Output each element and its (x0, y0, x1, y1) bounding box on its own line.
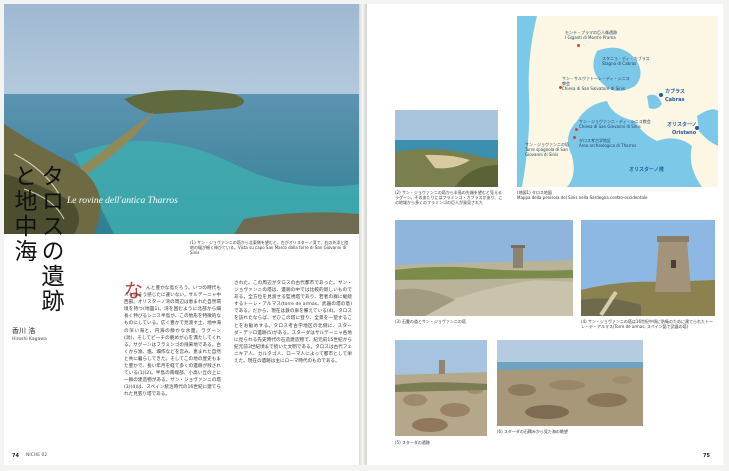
map-marker-giganti (577, 44, 580, 47)
body-column-1: んと豊かな島だろう。いつの時代も人々はそう感じたに違いない。サルデーニャ中西部。… (124, 286, 221, 398)
photo-lagoon-view (395, 110, 498, 187)
photo-tower-caption: (4) サン・ジョヴァンニの塔は16世紀中頃に防衛のために建てられたトーレ・デ・… (581, 319, 714, 329)
map-label-cabras-lagoon: スタニョ・ディ・カブラス Stagno di Cabras (602, 56, 650, 66)
photo-lagoon-caption: (2) サン・ジョヴァンニの塔から半島の先端を望むと見えるラグーン。そのあたりに… (395, 190, 503, 205)
photo-ruins-caption: (5) スターダの遺跡 (395, 440, 430, 445)
book-spine (359, 4, 367, 465)
body-column-2: された。この周辺がタロスの古代都市であった。サン・ジョヴァンニの塔は、遺跡の中で… (234, 281, 352, 365)
map-label-salvatore: サン・サルヴァトーレ・ディ・シニス教会 Chiesa di San Salvat… (562, 76, 630, 91)
page-title: タロスの遺跡と地中海 (10, 164, 63, 314)
map-marker-sgiovanni-church (575, 128, 578, 131)
map-label-tharros: タロス考古学地区 Area archeologica di Tharros (579, 138, 637, 148)
photo-tower (581, 220, 715, 316)
subtitle-italian: Le rovine dell'antica Tharros (67, 196, 178, 206)
photo-ruins (395, 340, 487, 436)
photo-paved-road-caption: (3) 石畳の道とサン・ジョヴァンニの塔 (395, 319, 466, 324)
map-label-giganti: モンテ・プラマの巨人像遺跡 I Giganti di Mont'e Prama (565, 30, 617, 40)
left-page-number: 74 (12, 453, 19, 459)
map-label-sgiovanni-church: サン・ジョヴァンニ・ディ・シニス教会 Chiesa di San Giovann… (579, 119, 651, 129)
left-page: Le rovine dell'antica Tharros (1) サン・ジョヴ… (4, 4, 359, 465)
map-caption: (地図1) タロス地図 Mappa della penisola del Sin… (517, 190, 648, 200)
map-label-torre: サン・ジョヴァンニの塔 Torre spagnola di San Giovan… (525, 142, 569, 157)
map-city-oristano-jp: オリスターノ (667, 122, 697, 128)
map-gulf-label: オリスターノ湾 (629, 167, 664, 173)
photo-stone-landscape-caption: (6) スターダの石積みから見た海の眺望 (497, 429, 568, 434)
photo-paved-road (395, 220, 573, 316)
magazine-name: NICHE 02 (26, 453, 48, 458)
photo-stone-landscape (497, 340, 643, 426)
map-city-cabras-it: Cabras (665, 97, 685, 103)
author-name-en: Hiroshi Kagawa (12, 337, 47, 342)
map-marker-tharros (573, 136, 576, 139)
right-page-number: 75 (703, 453, 710, 459)
map-city-cabras-jp: カブラス (665, 89, 685, 95)
hero-photo-caption: (1) サン・ジョヴァンニの塔から北東側を望むと、左がオリスターノ湾で、右の外洋… (190, 240, 349, 255)
author-name-jp: 香川 浩 (12, 327, 36, 335)
right-page: モンテ・プラマの巨人像遺跡 I Giganti di Mont'e Prama … (367, 4, 723, 465)
map-marker-cabras (659, 93, 663, 97)
sinis-map: モンテ・プラマの巨人像遺跡 I Giganti di Mont'e Prama … (517, 16, 718, 187)
map-city-oristano-it: Oristano (672, 130, 697, 136)
